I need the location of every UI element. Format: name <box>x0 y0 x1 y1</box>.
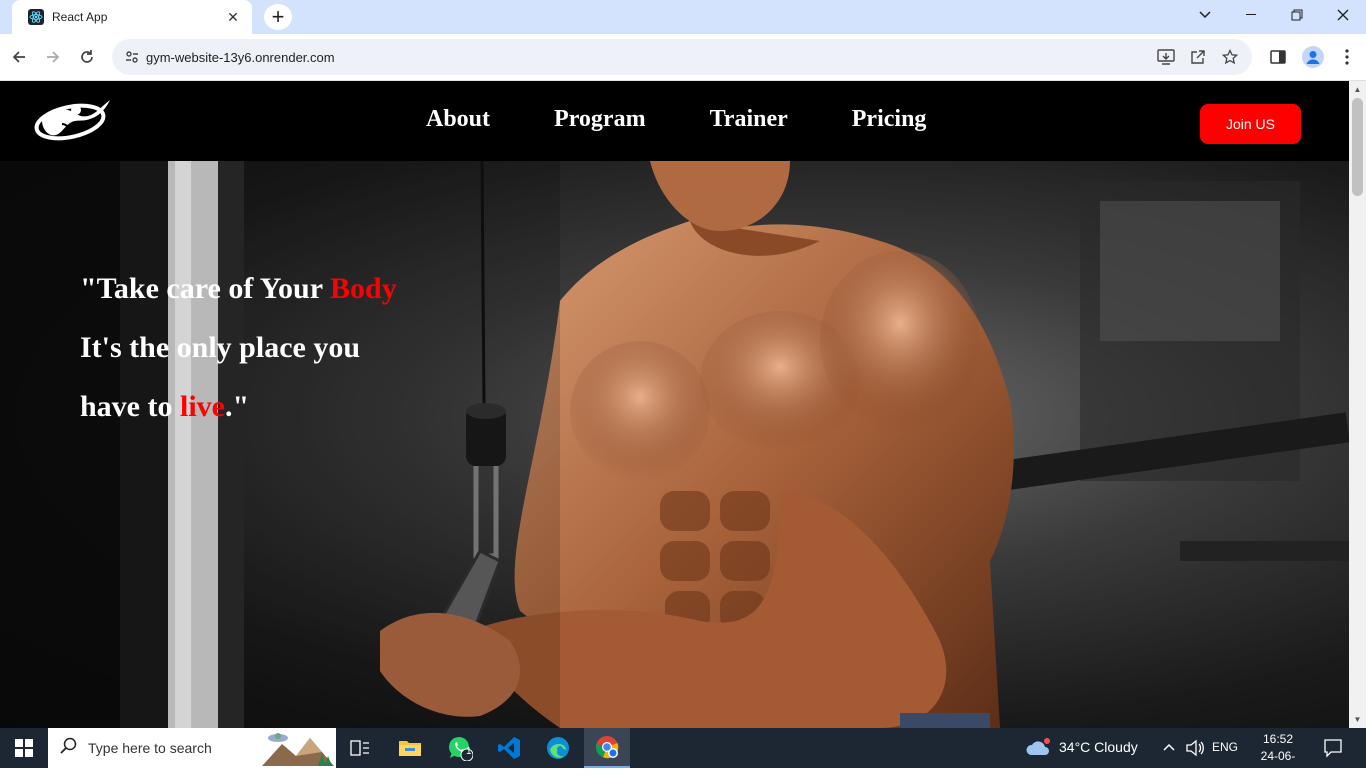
browser-tab[interactable]: React App ✕ <box>12 0 252 34</box>
edge-icon[interactable] <box>535 728 581 768</box>
cloudy-weather-icon[interactable] <box>1025 737 1053 764</box>
notification-icon[interactable] <box>1323 738 1343 763</box>
file-explorer-icon[interactable] <box>387 728 433 768</box>
install-app-icon[interactable] <box>1152 39 1180 75</box>
nav-link-about[interactable]: About <box>426 106 490 133</box>
page-scrollbar[interactable]: ▲ ▼ <box>1349 81 1366 728</box>
tab-title: React App <box>52 10 108 24</box>
search-placeholder: Type here to search <box>88 740 212 756</box>
close-icon[interactable]: ✕ <box>224 8 242 26</box>
back-arrow-icon[interactable] <box>4 42 34 72</box>
browser-tab-strip: React App ✕ + <box>0 0 1366 34</box>
gym-logo[interactable] <box>32 94 112 142</box>
new-tab-button[interactable]: + <box>264 4 292 30</box>
search-highlight-illustration-icon <box>262 730 334 771</box>
task-view-icon[interactable] <box>337 728 383 768</box>
url-text[interactable]: gym-website-13y6.onrender.com <box>146 50 335 65</box>
react-icon <box>28 9 44 25</box>
windows-taskbar: Type here to search 1 34°C Cloudy ENG 16… <box>0 728 1366 780</box>
address-bar[interactable]: gym-website-13y6.onrender.com <box>112 39 1252 75</box>
tab-search-icon[interactable] <box>1182 0 1228 30</box>
quote-text: ." <box>225 390 250 423</box>
forward-arrow-icon[interactable] <box>38 42 68 72</box>
nav-link-program[interactable]: Program <box>554 106 646 133</box>
whatsapp-badge: 1 <box>466 746 472 757</box>
quote-highlight-body: Body <box>330 272 397 305</box>
chrome-icon[interactable] <box>584 728 630 768</box>
join-us-button[interactable]: Join US <box>1200 104 1301 144</box>
reload-icon[interactable] <box>72 42 102 72</box>
quote-text: have to <box>80 390 180 423</box>
search-icon <box>60 737 78 760</box>
scroll-up-arrow-icon[interactable]: ▲ <box>1349 81 1366 98</box>
page-viewport: About Program Trainer Pricing Join US "T… <box>0 81 1349 728</box>
side-panel-icon[interactable] <box>1264 43 1292 71</box>
whatsapp-icon[interactable]: 1 <box>437 728 483 768</box>
main-nav: About Program Trainer Pricing <box>426 106 990 133</box>
scroll-thumb[interactable] <box>1352 98 1363 196</box>
quote-text: "Take care of Your <box>80 272 330 305</box>
vscode-icon[interactable] <box>486 728 532 768</box>
quote-line-3: have to live." <box>80 377 397 436</box>
restore-button[interactable] <box>1274 0 1320 30</box>
quote-highlight-live: live <box>180 390 225 423</box>
bookmark-star-icon[interactable] <box>1216 39 1244 75</box>
hero-quote: "Take care of Your Body It's the only pl… <box>80 259 397 436</box>
site-header: About Program Trainer Pricing Join US <box>0 81 1349 161</box>
nav-link-pricing[interactable]: Pricing <box>852 106 927 133</box>
windows-start-icon[interactable] <box>0 728 48 768</box>
profile-avatar-icon[interactable] <box>1299 43 1327 71</box>
system-clock[interactable]: 16:52 24-06-2023 <box>1248 731 1308 782</box>
volume-icon[interactable] <box>1185 739 1205 762</box>
chevron-up-icon[interactable] <box>1162 740 1176 759</box>
scroll-down-arrow-icon[interactable]: ▼ <box>1349 711 1366 728</box>
language-indicator[interactable]: ENG <box>1212 740 1238 754</box>
quote-line-1: "Take care of Your Body <box>80 259 397 318</box>
hero-section: "Take care of Your Body It's the only pl… <box>0 161 1349 728</box>
browser-toolbar: gym-website-13y6.onrender.com <box>0 34 1366 81</box>
quote-line-2: It's the only place you <box>80 331 361 364</box>
taskbar-search-box[interactable]: Type here to search <box>48 728 336 768</box>
weather-text[interactable]: 34°C Cloudy <box>1059 739 1138 755</box>
close-window-button[interactable] <box>1320 0 1366 30</box>
clock-time: 16:52 <box>1262 732 1294 746</box>
minimize-button[interactable] <box>1228 0 1274 30</box>
clock-date: 24-06-2023 <box>1260 749 1296 780</box>
share-icon[interactable] <box>1184 39 1212 75</box>
menu-kebab-icon[interactable] <box>1333 43 1361 71</box>
nav-link-trainer[interactable]: Trainer <box>710 106 788 133</box>
site-info-icon[interactable] <box>122 47 142 67</box>
hero-background-image <box>0 161 1349 728</box>
